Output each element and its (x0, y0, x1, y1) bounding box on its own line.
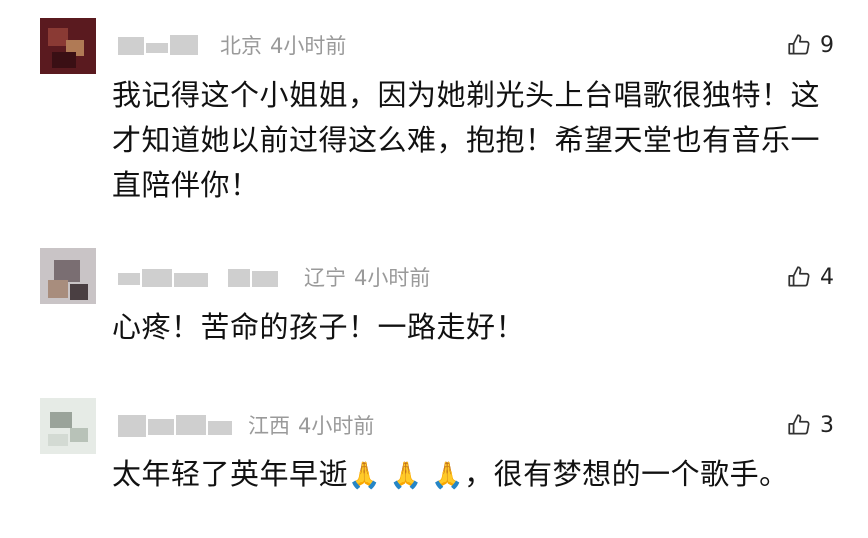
timestamp: 4小时前 (354, 266, 431, 290)
username-blurred[interactable] (118, 33, 208, 57)
comment-meta: 北京 4小时前 (118, 30, 354, 60)
thumbs-up-icon (788, 34, 810, 55)
comment-meta: 江西 4小时前 (118, 410, 382, 440)
timestamp: 4小时前 (298, 414, 375, 438)
thumbs-up-icon (788, 266, 810, 287)
comment-text: 心疼！苦命的孩子！一路走好！ (112, 310, 526, 344)
like-count: 4 (820, 264, 834, 290)
location: 江西 (248, 414, 290, 438)
comment-text-part: ，很有梦想的一个歌手。 (464, 457, 789, 491)
like-count: 9 (820, 32, 834, 58)
location: 北京 (220, 34, 262, 58)
thumbs-up-icon (788, 414, 810, 435)
username-blurred[interactable] (118, 265, 292, 289)
comment-text: 我记得这个小姐姐，因为她剃光头上台唱歌很独特！这才知道她以前过得这么难，抱抱！希… (112, 78, 821, 202)
like-button[interactable]: 4 (786, 262, 834, 292)
comment-text-part: 太年轻了英年早逝 (112, 457, 349, 491)
avatar[interactable] (40, 18, 96, 74)
comment-text: 太年轻了英年早逝🙏 🙏 🙏，很有梦想的一个歌手。 (112, 452, 842, 499)
avatar[interactable] (40, 248, 96, 304)
timestamp: 4小时前 (270, 34, 347, 58)
like-count: 3 (820, 412, 834, 438)
location: 辽宁 (304, 266, 346, 290)
avatar[interactable] (40, 398, 96, 454)
praying-hands-emoji: 🙏 🙏 🙏 (348, 461, 465, 491)
username-blurred[interactable] (118, 413, 236, 437)
like-button[interactable]: 3 (786, 410, 834, 440)
comment-meta: 辽宁 4小时前 (118, 262, 438, 292)
like-button[interactable]: 9 (786, 30, 834, 60)
